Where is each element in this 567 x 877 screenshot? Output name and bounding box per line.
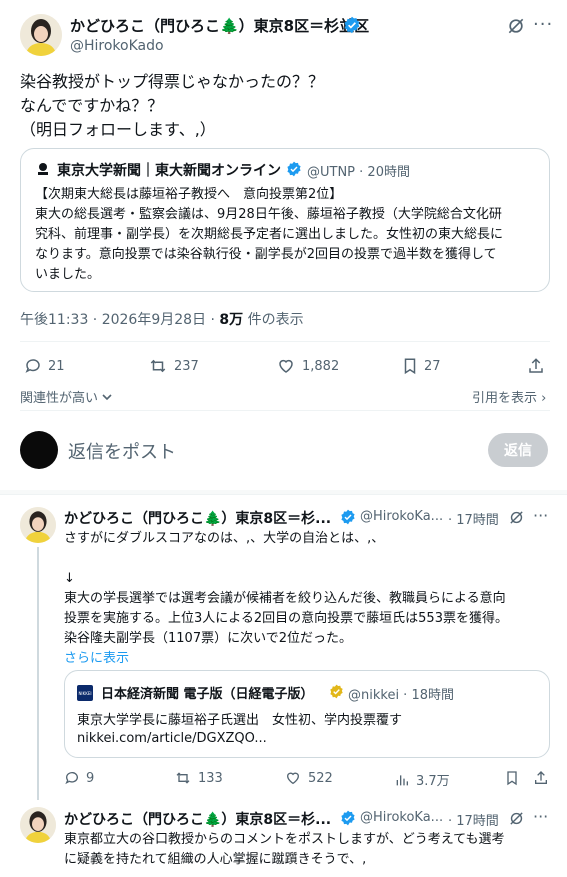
author-name[interactable]: かどひろこ（門ひろこ🌲）東京8区＝杉... xyxy=(64,508,331,528)
view-quotes-label: 引用を表示 xyxy=(472,391,538,406)
share-icon[interactable] xyxy=(527,357,545,379)
quote-source-name: 東京大学新聞｜東大新聞オンライン xyxy=(57,163,281,179)
reply-count: 21 xyxy=(48,358,65,374)
card-source-name: 日本経済新聞 電子版（日経電子版） xyxy=(101,687,314,702)
quote-text: 【次期東大総長は藤垣裕子教授へ 意向投票第2位】 東大の総長選考・監察会議は、9… xyxy=(35,185,503,285)
card-source-handle: @nikkei · 18時間 xyxy=(348,688,454,703)
reply-text-line: さすがにダブルスコアなのは、,、大学の自治とは、,、 xyxy=(64,531,385,546)
reply-count: 9 xyxy=(86,770,95,786)
retweet-count: 133 xyxy=(198,770,223,786)
retweet-count: 237 xyxy=(174,358,199,374)
avatar[interactable] xyxy=(20,507,56,543)
utnp-logo-icon xyxy=(35,161,51,181)
reply-icon xyxy=(65,772,78,785)
chevron-right-icon: › xyxy=(541,391,547,406)
card-url: nikkei.com/article/DGXZQO... xyxy=(77,731,267,746)
analytics-icon xyxy=(396,774,408,785)
grok-icon[interactable] xyxy=(508,810,525,831)
grok-icon[interactable] xyxy=(506,16,526,40)
composer-avatar xyxy=(20,431,58,469)
author-name[interactable]: かどひろこ（門ひろこ🌲）東京8区＝杉... xyxy=(64,809,331,829)
like-count: 1,882 xyxy=(302,358,340,374)
author-handle[interactable]: @HirokoKa... xyxy=(360,509,443,524)
tweet-text-line: なんでですかね？？ xyxy=(20,96,164,115)
bookmark-icon xyxy=(404,358,416,375)
verified-badge-icon xyxy=(340,810,356,830)
sort-label: 関連性が高い xyxy=(20,391,99,406)
author-name[interactable]: かどひろこ（門ひろこ🌲）東京8区＝杉並区 xyxy=(70,15,369,36)
arrow-glyph: ↓ xyxy=(64,571,75,586)
verified-badge-icon xyxy=(286,161,302,181)
quote-text-line: なります。意向投票では染谷執行役・副学長が2回目の投票で過半数を獲得して xyxy=(35,247,497,262)
reply-input[interactable]: 返信をポスト xyxy=(68,438,176,464)
reply-text: 東京都立大の谷口教授からのコメントをポストしますが、どう考えても選考 に疑義を持… xyxy=(64,830,504,870)
reply-text-line: 染谷隆夫副学長（1107票）に次いで2位だった。 xyxy=(64,631,352,646)
show-more-link[interactable]: さらに表示 xyxy=(64,649,508,669)
quote-headline: 【次期東大総長は藤垣裕子教授へ 意向投票第2位】 xyxy=(35,187,343,202)
nikkei-logo-icon: NIKKEI xyxy=(77,685,93,701)
quoted-tweet-card[interactable]: 東京大学新聞｜東大新聞オンライン @UTNP · 20時間 【次期東大総長は藤垣… xyxy=(20,148,550,292)
heart-icon xyxy=(279,359,293,373)
reply-text-line: 東大の学長選挙では選考会議が候補者を絞り込んだ後、教職員らによる意向 xyxy=(64,591,506,606)
retweet-action[interactable]: 237 xyxy=(148,357,199,375)
more-options-icon[interactable]: ··· xyxy=(533,506,548,525)
views-label: 件の表示 xyxy=(247,312,304,328)
tweet-timestamp[interactable]: 午後11:33 · 2026年9月28日 · xyxy=(20,312,215,328)
like-action[interactable]: 522 xyxy=(284,770,333,786)
author-handle[interactable]: @HirokoKado xyxy=(70,38,164,54)
bookmark-action[interactable]: 27 xyxy=(402,357,441,375)
grok-icon[interactable] xyxy=(508,509,525,530)
reply-button[interactable]: 返信 xyxy=(488,433,548,467)
share-icon[interactable] xyxy=(533,770,549,790)
retweet-icon xyxy=(150,359,166,373)
tweet-text-line: 染谷教授がトップ得票じゃなかったの？？ xyxy=(20,72,325,91)
reply-text-line: に疑義を持たれて組織の人心掌握に蹴躓きそうで、, xyxy=(64,852,367,867)
views-action[interactable]: 3.7万 xyxy=(394,770,450,789)
reply-icon xyxy=(25,359,40,373)
gold-verified-badge-icon xyxy=(329,684,344,703)
verified-badge-icon xyxy=(340,509,356,529)
reply-action[interactable]: 21 xyxy=(24,357,65,375)
tweet-text: 染谷教授がトップ得票じゃなかったの？？ なんでですかね？？ （明日フォローします… xyxy=(20,70,324,142)
divider xyxy=(20,341,550,342)
author-handle[interactable]: @HirokoKa... xyxy=(360,810,443,825)
tweet-meta: 午後11:33 · 2026年9月28日 · 8万 件の表示 xyxy=(20,309,304,329)
reply-text-line: 東京都立大の谷口教授からのコメントをポストしますが、どう考えても選考 xyxy=(64,832,505,847)
retweet-action[interactable]: 133 xyxy=(174,770,223,786)
views-count: 3.7万 xyxy=(416,774,450,789)
like-count: 522 xyxy=(308,770,333,786)
quote-source-handle: @UTNP · 20時間 xyxy=(307,165,410,180)
card-title: 東京大学学長に藤垣裕子氏選出 女性初、学内投票覆す xyxy=(77,713,403,728)
reply-time[interactable]: · 17時間 xyxy=(448,810,499,829)
more-options-icon[interactable]: ··· xyxy=(533,807,548,826)
reply-text-line: 投票を実施する。上位3人による2回目の意向投票で藤垣氏は553票を獲得。 xyxy=(64,611,508,626)
chevron-down-icon xyxy=(102,394,112,401)
more-options-icon[interactable]: ··· xyxy=(533,14,553,35)
avatar[interactable] xyxy=(20,14,62,56)
bookmark-icon[interactable] xyxy=(505,770,519,790)
thread-line xyxy=(37,547,39,800)
like-action[interactable]: 1,882 xyxy=(276,357,339,375)
reply-time[interactable]: · 17時間 xyxy=(448,509,499,528)
views-count: 8万 xyxy=(219,312,244,328)
view-quotes-link[interactable]: 引用を表示 › xyxy=(472,387,546,406)
quote-text-line: 究科、前理事・副学長）を次期総長予定者に選出しました。女性初の東大総長に xyxy=(35,227,504,242)
link-preview-card[interactable]: NIKKEI 日本経済新聞 電子版（日経電子版） @nikkei · 18時間 … xyxy=(64,670,550,758)
divider xyxy=(0,494,567,495)
divider xyxy=(20,410,550,411)
verified-badge-icon xyxy=(343,16,361,38)
reply-text: さすがにダブルスコアなのは、,、大学の自治とは、,、 ↓ 東大の学長選挙では選考… xyxy=(64,529,508,669)
tweet-text-line: （明日フォローします、,） xyxy=(20,120,216,139)
avatar[interactable] xyxy=(20,807,56,843)
reply-action[interactable]: 9 xyxy=(64,770,94,786)
retweet-icon xyxy=(176,772,190,784)
quote-text-line: 東大の総長選考・監察会議は、9月28日午後、藤垣裕子教授（大学院総合文化研 xyxy=(35,207,502,222)
heart-icon xyxy=(286,772,300,785)
sort-dropdown[interactable]: 関連性が高い xyxy=(20,387,112,406)
bookmark-count: 27 xyxy=(424,358,441,374)
quote-text-line: いました。 xyxy=(35,267,101,282)
